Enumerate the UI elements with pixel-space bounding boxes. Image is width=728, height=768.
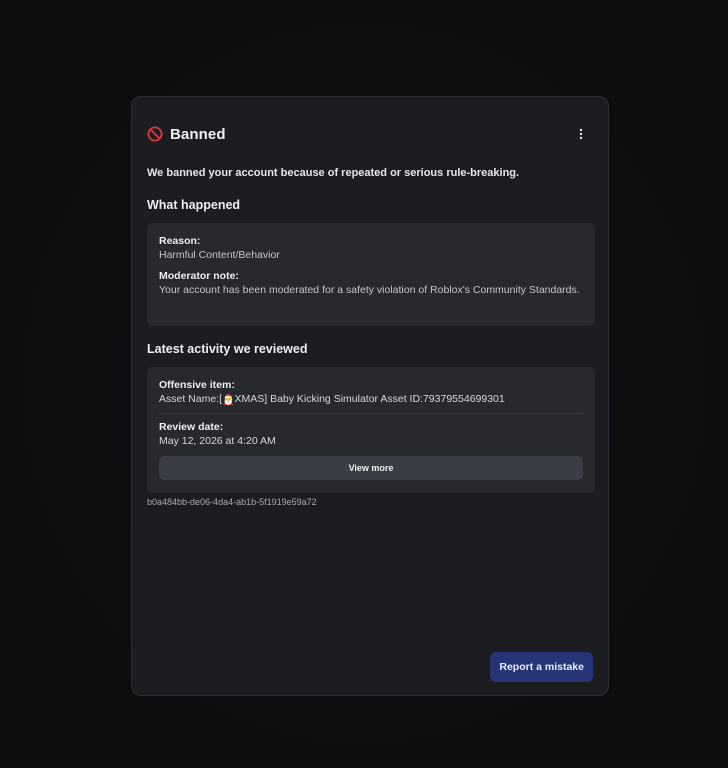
review-date-label: Review date: (159, 421, 224, 433)
ban-icon (147, 126, 163, 142)
what-happened-box: Reason: Harmful Content/Behavior Moderat… (147, 223, 595, 326)
reason-value: Harmful Content/Behavior (159, 249, 280, 261)
moderator-note-label: Moderator note: (159, 270, 239, 282)
more-vertical-icon (579, 128, 583, 140)
latest-activity-box: Offensive item: Asset Name:[🎅XMAS] Baby … (147, 367, 595, 493)
ban-dialog: Banned We banned your account because of… (131, 96, 609, 696)
santa-emoji-icon: 🎅 (222, 395, 235, 406)
dialog-title: Banned (170, 125, 226, 143)
divider (159, 413, 583, 414)
ban-explanation: We banned your account because of repeat… (147, 167, 520, 179)
asset-name-suffix: XMAS] Baby Kicking Simulator Asset ID:79… (234, 393, 505, 405)
latest-activity-heading: Latest activity we reviewed (147, 342, 308, 356)
report-mistake-button[interactable]: Report a mistake (490, 652, 593, 682)
moderator-note-value: Your account has been moderated for a sa… (159, 284, 580, 296)
reference-id: b0a484bb-de06-4da4-ab1b-5f1919e59a72 (147, 497, 317, 507)
asset-name-prefix: Asset Name:[ (159, 393, 223, 405)
reason-label: Reason: (159, 235, 201, 247)
view-more-button[interactable]: View more (159, 456, 583, 480)
offensive-item-value: Asset Name:[🎅XMAS] Baby Kicking Simulato… (159, 392, 583, 406)
offensive-item-label: Offensive item: (159, 379, 235, 391)
review-date-value: May 12, 2026 at 4:20 AM (159, 435, 276, 447)
dialog-header: Banned (147, 123, 593, 145)
more-options-button[interactable] (571, 124, 591, 144)
what-happened-heading: What happened (147, 198, 241, 212)
